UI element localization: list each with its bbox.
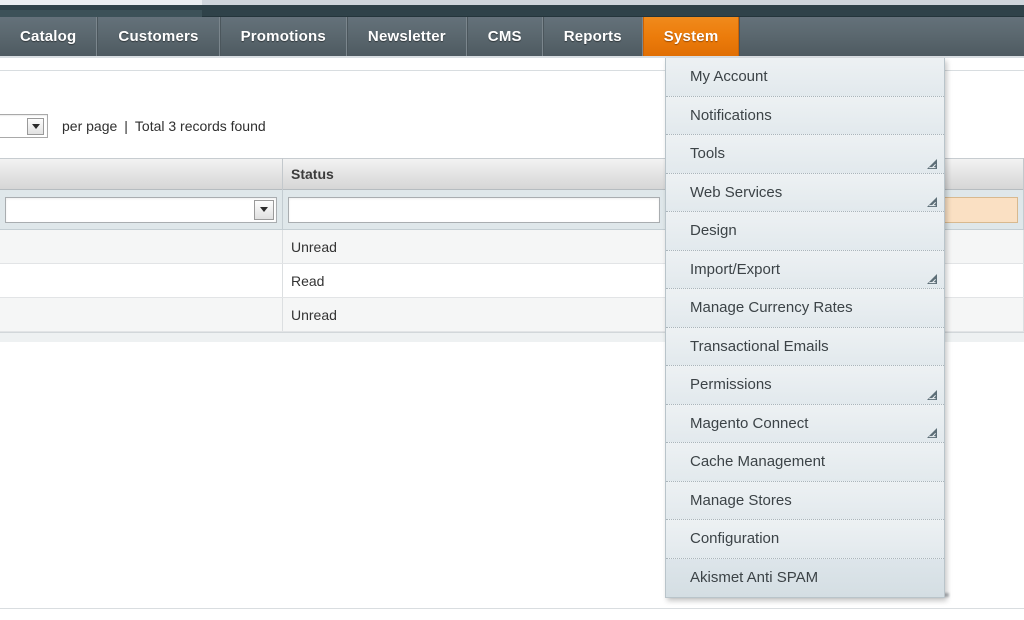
cell-col1 [0,230,283,263]
nav-item-system[interactable]: System [642,17,740,56]
system-menu-item-label: Transactional Emails [690,337,829,355]
system-menu-item-label: Web Services [690,183,783,201]
system-menu-item-label: Manage Currency Rates [690,299,853,317]
system-menu-item-manage-stores[interactable]: Manage Stores [666,481,944,520]
records-found-text: Total 3 records found [134,118,266,134]
submenu-arrow-icon [927,428,937,438]
nav-label-cms: CMS [487,28,522,45]
filter-select-col1[interactable] [5,196,277,223]
nav-item-promotions[interactable]: Promotions [219,17,347,56]
system-menu-item-configuration[interactable]: Configuration [666,520,944,559]
filter-input-status[interactable] [288,196,660,223]
system-menu-item-my-account[interactable]: My Account [666,58,944,97]
browser-screenshot: Catalog Customers Promotions Newsletter … [0,0,1024,620]
system-menu-item-label: Akismet Anti SPAM [690,569,819,587]
system-dropdown-menu[interactable]: My Account Notifications Tools Web Services… [665,58,945,598]
system-menu-item-label: Design [690,222,737,240]
nav-item-newsletter[interactable]: Newsletter [346,17,467,56]
caret-down-glyph [260,207,268,212]
system-menu-item-label: Tools [690,145,726,163]
system-menu-item-label: Manage Stores [690,491,792,509]
nav-item-cms[interactable]: CMS [466,17,543,56]
system-menu-item-label: Permissions [690,376,772,394]
system-menu-item-permissions[interactable]: Permissions [666,366,944,405]
nav-label-customers: Customers [118,28,199,45]
system-menu-item-label: My Account [690,68,768,86]
system-menu-item-design[interactable]: Design [666,212,944,251]
cell-status: Read [283,264,666,297]
chevron-down-icon[interactable] [254,199,274,220]
system-menu-item-akismet-anti-spam[interactable]: Akismet Anti SPAM [666,558,944,597]
system-menu-item-label: Import/Export [690,260,781,278]
system-menu-item-web-services[interactable]: Web Services [666,173,944,212]
grid-pager: 20 per page | Total 3 records found [0,113,700,139]
submenu-arrow-icon [927,389,937,400]
system-menu-item-notifications[interactable]: Notifications [666,96,944,135]
submenu-arrow-icon [927,158,937,169]
system-menu-item-magento-connect[interactable]: Magento Connect [666,404,944,443]
nav-item-reports[interactable]: Reports [542,17,643,56]
submenu-arrow-icon [927,197,937,207]
cell-status: Unread [283,298,666,331]
filter-cell-status [283,189,666,230]
nav-label-catalog: Catalog [20,28,77,45]
page-bottom-area [0,609,1024,620]
nav-label-reports: Reports [563,28,622,45]
submenu-arrow-icon [927,274,937,284]
system-menu-item-manage-currency-rates[interactable]: Manage Currency Rates [666,289,944,328]
grid-header-col1[interactable] [0,158,283,190]
nav-label-system: System [663,28,719,45]
per-page-label: per page [62,118,118,134]
cell-col1 [0,264,283,297]
nav-label-newsletter: Newsletter [367,28,446,45]
filter-cell-col1 [0,189,283,230]
system-menu-item-label: Cache Management [690,453,826,471]
caret-down-glyph [31,124,40,129]
system-menu-item-import-export[interactable]: Import/Export [666,250,944,289]
admin-header-band [0,5,1024,22]
nav-item-catalog[interactable]: Catalog [0,17,98,56]
cell-col1 [0,298,283,331]
chevron-down-icon[interactable] [27,118,44,135]
system-menu-item-label: Configuration [690,530,780,548]
main-navigation[interactable]: Catalog Customers Promotions Newsletter … [0,17,1024,58]
grid-header-status[interactable]: Status [283,158,666,190]
system-menu-item-cache-management[interactable]: Cache Management [666,443,944,482]
pager-separator: | [124,118,128,134]
nav-filler [739,17,1024,56]
system-menu-item-tools[interactable]: Tools [666,135,944,174]
system-menu-item-transactional-emails[interactable]: Transactional Emails [666,327,944,366]
per-page-select[interactable]: 20 [0,114,48,138]
system-menu-item-label: Magento Connect [690,414,809,432]
nav-label-promotions: Promotions [240,28,326,45]
nav-item-customers[interactable]: Customers [97,17,220,56]
cell-status: Unread [283,230,666,263]
system-menu-item-label: Notifications [690,106,772,124]
